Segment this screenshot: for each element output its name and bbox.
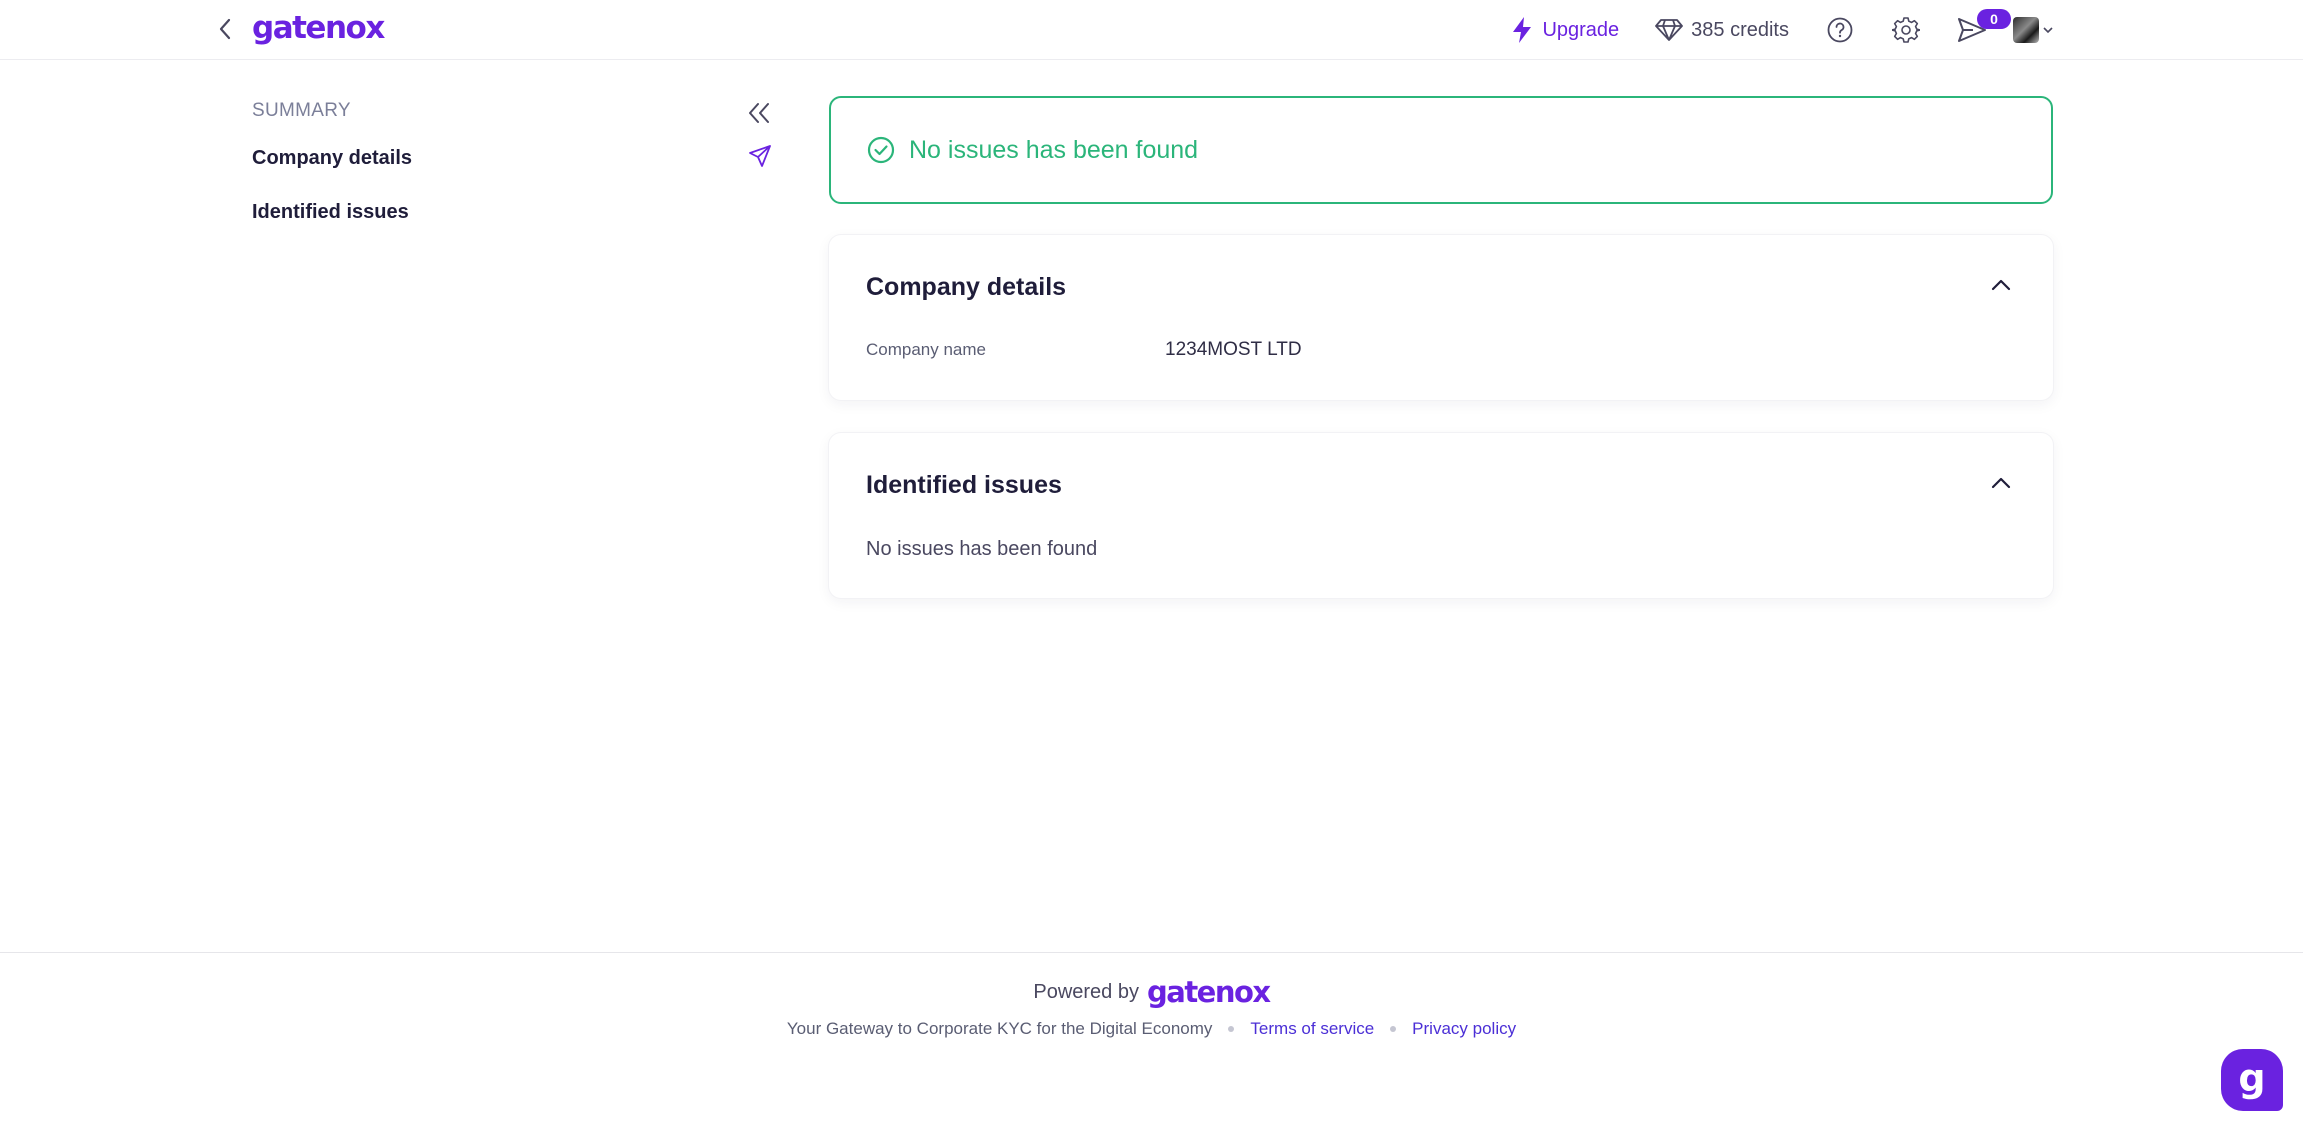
footer-logo[interactable]: gatenox — [1147, 975, 1271, 1009]
separator-dot — [1390, 1026, 1397, 1032]
notification-badge: 0 — [1977, 9, 2011, 29]
chevron-up-icon — [1991, 477, 2011, 489]
status-alert: No issues has been found — [829, 96, 2053, 204]
sidebar-item-company-details[interactable]: Company details — [252, 147, 412, 170]
identified-issues-card: Identified issues No issues has been fou… — [829, 433, 2053, 598]
sidebar-item-identified-issues[interactable]: Identified issues — [252, 201, 409, 224]
chat-logo-icon: g — [2238, 1056, 2266, 1100]
privacy-policy-link[interactable]: Privacy policy — [1412, 1019, 1516, 1039]
company-name-label: Company name — [866, 340, 987, 359]
card-title: Company details — [866, 273, 1067, 301]
chevron-left-icon — [219, 18, 231, 40]
company-name-value: 1234MOST LTD — [1165, 339, 1302, 360]
issues-message: No issues has been found — [866, 538, 1098, 560]
share-button[interactable] — [746, 142, 774, 170]
gear-icon — [1892, 17, 1920, 43]
gatenox-logo[interactable]: gatenox — [252, 6, 385, 50]
powered-by: Powered by gatenox — [0, 975, 2303, 1009]
check-circle-icon — [867, 136, 895, 164]
collapse-sidebar-button[interactable] — [744, 98, 774, 128]
bolt-icon — [1513, 17, 1532, 43]
footer-links: Your Gateway to Corporate KYC for the Di… — [0, 1019, 2303, 1039]
card-title: Identified issues — [866, 471, 1062, 499]
back-button[interactable] — [212, 16, 238, 42]
chevron-up-icon — [1991, 279, 2011, 291]
user-menu[interactable] — [2013, 17, 2053, 43]
status-alert-text: No issues has been found — [909, 135, 1199, 164]
credits-label: 385 credits — [1691, 18, 1789, 41]
terms-of-service-link[interactable]: Terms of service — [1250, 1019, 1374, 1039]
settings-button[interactable] — [1891, 15, 1921, 45]
company-details-card: Company details Company name 1234MOST LT… — [829, 235, 2053, 400]
footer: Powered by gatenox Your Gateway to Corpo… — [0, 952, 2303, 1131]
collapse-company-details-button[interactable] — [1989, 273, 2013, 297]
notifications-button[interactable]: 0 — [1957, 9, 2011, 45]
powered-by-text: Powered by — [1033, 980, 1139, 1003]
summary-heading: SUMMARY — [252, 100, 351, 121]
upgrade-label: Upgrade — [1542, 18, 1620, 41]
upgrade-button[interactable]: Upgrade — [1510, 16, 1619, 44]
credits-display: 385 credits — [1655, 18, 1789, 42]
diamond-icon — [1655, 19, 1684, 41]
header-actions: Upgrade 385 credits 0 — [1510, 0, 2053, 60]
chat-launcher-button[interactable]: g — [2221, 1049, 2283, 1111]
help-button[interactable] — [1825, 15, 1855, 45]
top-bar: gatenox Upgrade 385 credits 0 — [0, 0, 2303, 60]
avatar — [2013, 17, 2039, 43]
chevron-down-icon — [2043, 27, 2053, 34]
send-icon — [749, 145, 771, 167]
chevron-double-left-icon — [749, 103, 769, 123]
help-icon — [1827, 17, 1853, 43]
separator-dot — [1228, 1026, 1235, 1032]
footer-tagline: Your Gateway to Corporate KYC for the Di… — [786, 1019, 1213, 1038]
collapse-identified-issues-button[interactable] — [1989, 471, 2013, 495]
